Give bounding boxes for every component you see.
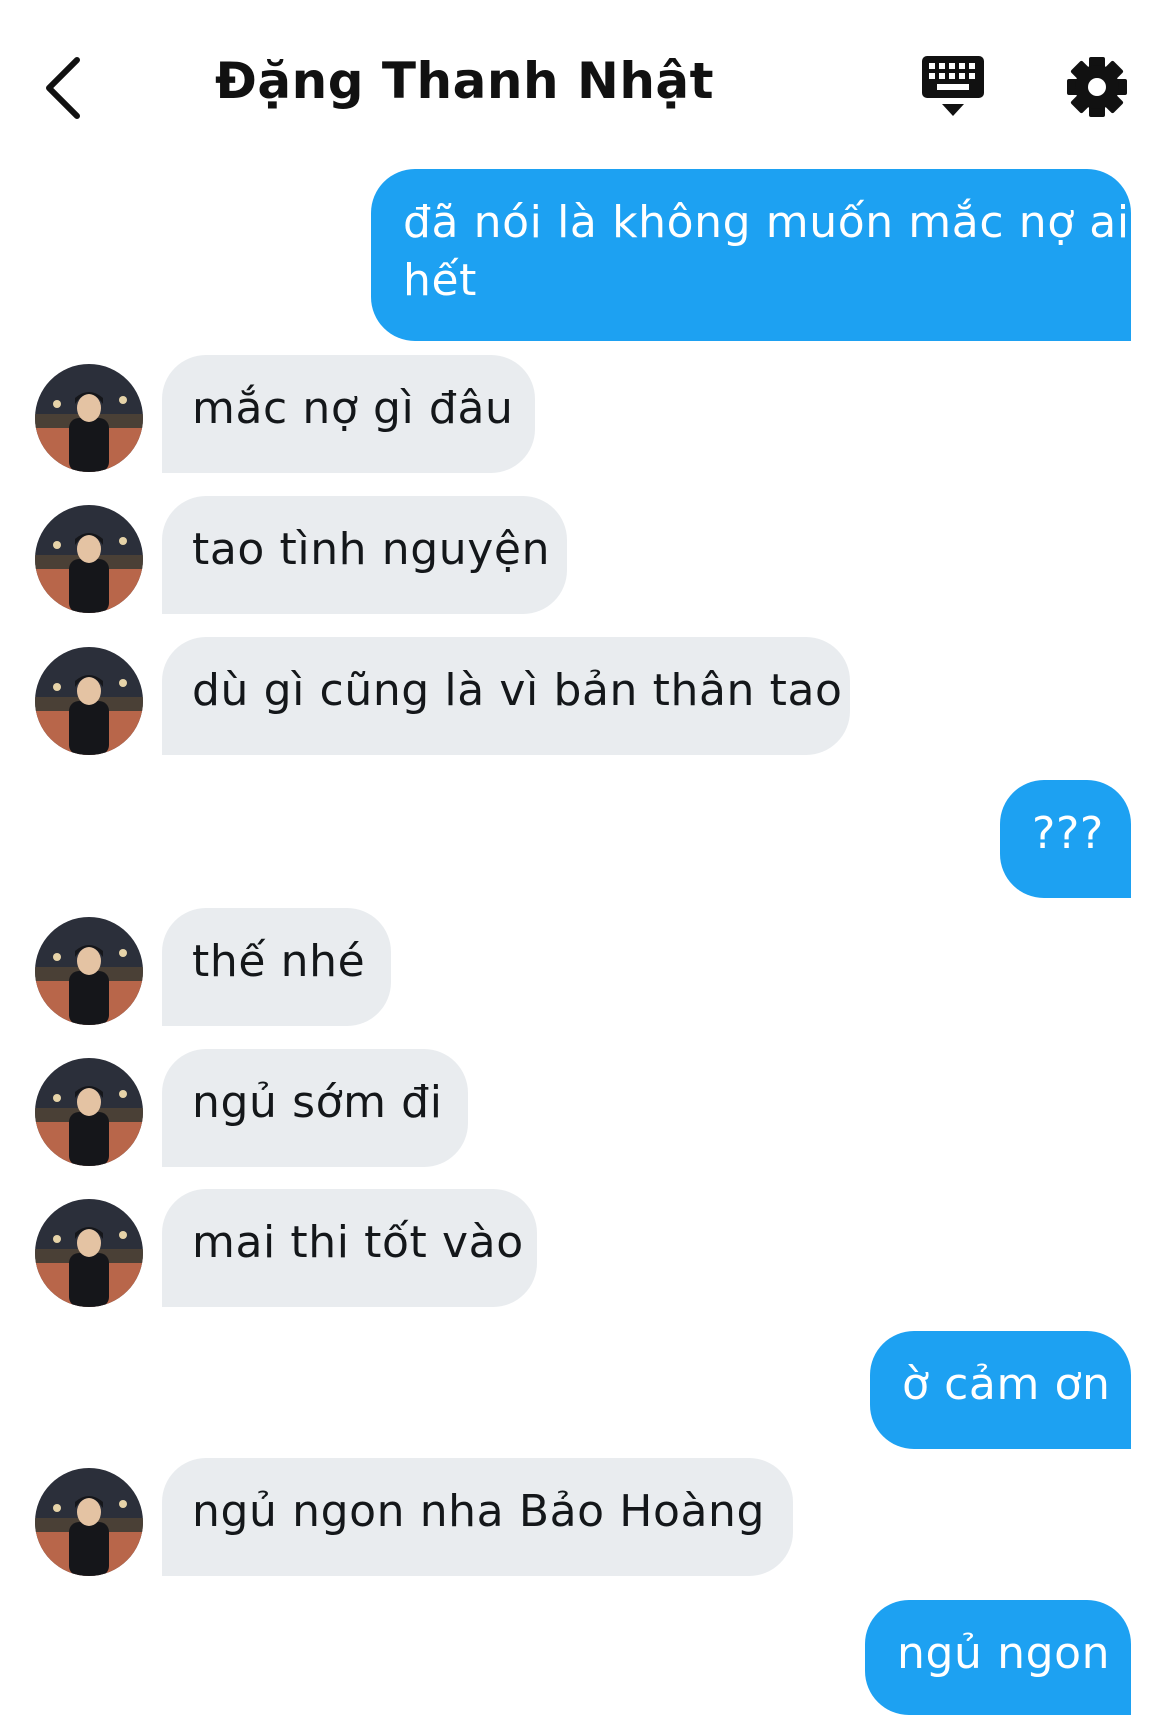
message-text: mai thi tốt vào <box>192 1217 524 1268</box>
message-text: ngủ sớm đi <box>192 1077 443 1128</box>
message-text: ờ cảm ơn <box>902 1359 1111 1410</box>
message-bubble-outgoing[interactable]: ngủ ngon <box>865 1600 1131 1715</box>
message-text: tao tình nguyện <box>192 524 551 575</box>
avatar[interactable] <box>35 364 143 472</box>
message-text: hết <box>403 255 478 306</box>
avatar[interactable] <box>35 1199 143 1307</box>
chevron-left-icon <box>46 57 80 119</box>
settings-button[interactable] <box>1062 52 1132 122</box>
conversation-title: Đặng Thanh Nhật <box>215 52 715 110</box>
avatar[interactable] <box>35 1058 143 1166</box>
chat-header: Đặng Thanh Nhật <box>0 0 1170 170</box>
message-bubble-incoming[interactable]: tao tình nguyện <box>162 496 567 614</box>
message-text: ngủ ngon <box>897 1628 1111 1679</box>
message-bubble-incoming[interactable]: ngủ sớm đi <box>162 1049 468 1167</box>
message-bubble-incoming[interactable]: mai thi tốt vào <box>162 1189 537 1307</box>
message-text: ngủ ngon nha Bảo Hoàng <box>192 1486 766 1537</box>
back-button[interactable] <box>38 48 88 128</box>
avatar[interactable] <box>35 1468 143 1576</box>
message-bubble-outgoing[interactable]: đã nói là không muốn mắc nợ ai hết <box>371 169 1131 341</box>
keyboard-button[interactable] <box>918 52 988 122</box>
avatar[interactable] <box>35 647 143 755</box>
message-bubble-incoming[interactable]: mắc nợ gì đâu <box>162 355 535 473</box>
gear-icon <box>1067 57 1127 117</box>
avatar[interactable] <box>35 917 143 1025</box>
message-text: thế nhé <box>192 936 366 987</box>
message-bubble-incoming[interactable]: ngủ ngon nha Bảo Hoàng <box>162 1458 793 1576</box>
message-bubble-outgoing[interactable]: ??? <box>1000 780 1131 898</box>
avatar[interactable] <box>35 505 143 613</box>
keyboard-icon <box>922 56 984 116</box>
message-text: ??? <box>1032 808 1104 859</box>
message-bubble-outgoing[interactable]: ờ cảm ơn <box>870 1331 1131 1449</box>
message-bubble-incoming[interactable]: thế nhé <box>162 908 391 1026</box>
message-bubble-incoming[interactable]: dù gì cũng là vì bản thân tao <box>162 637 850 755</box>
message-text: đã nói là không muốn mắc nợ ai <box>403 197 1130 248</box>
message-text: dù gì cũng là vì bản thân tao <box>192 665 843 716</box>
message-text: mắc nợ gì đâu <box>192 383 514 434</box>
